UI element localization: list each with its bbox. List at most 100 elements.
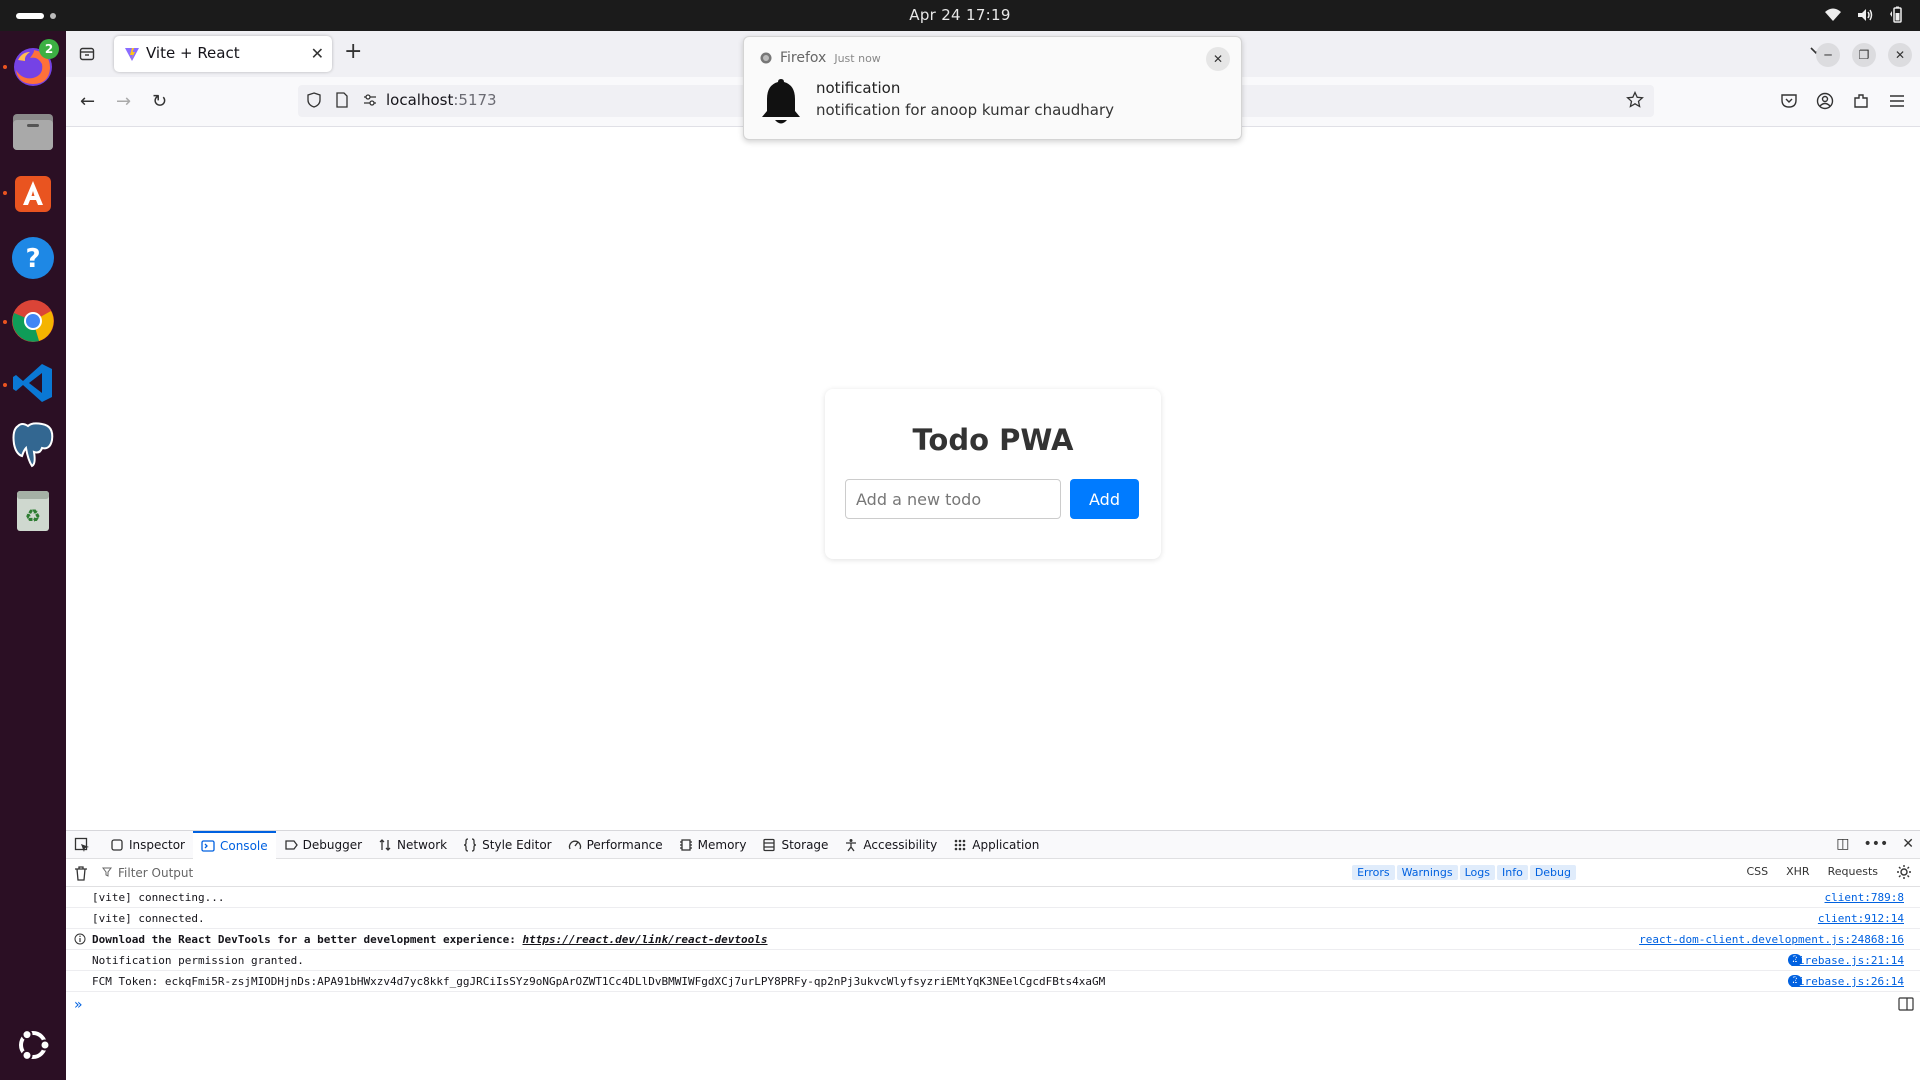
- system-tray[interactable]: [1824, 6, 1906, 24]
- clear-console-trash-icon[interactable]: [74, 865, 88, 881]
- notification-title: notification: [816, 79, 901, 97]
- firefox-launcher[interactable]: 2: [9, 39, 59, 91]
- files-launcher[interactable]: [9, 107, 57, 155]
- element-picker-icon[interactable]: [74, 837, 90, 853]
- filter-output-input[interactable]: [102, 864, 402, 882]
- bookmark-star-icon[interactable]: [1626, 91, 1644, 109]
- tab-storage[interactable]: Storage: [754, 831, 836, 859]
- app-center-icon: [15, 176, 51, 212]
- clock[interactable]: Apr 24 17:19: [0, 6, 1920, 24]
- tab-network[interactable]: Network: [370, 831, 455, 859]
- split-console-icon[interactable]: [1898, 997, 1914, 1011]
- window-controls: ─ ❐ ✕: [1816, 43, 1912, 67]
- application-grid-icon: [954, 839, 966, 851]
- request-type-filters: CSS XHR Requests: [1746, 865, 1878, 878]
- add-button[interactable]: Add: [1070, 479, 1139, 519]
- running-indicator: [3, 65, 7, 69]
- reload-icon[interactable]: ↻: [152, 91, 167, 112]
- tab-label: Network: [397, 838, 448, 852]
- notification-time: Just now: [834, 51, 881, 65]
- tab-application[interactable]: Application: [945, 831, 1047, 859]
- tab-inspector[interactable]: Inspector: [102, 831, 193, 859]
- console-settings-gear-icon[interactable]: [1896, 864, 1912, 880]
- more-options-icon[interactable]: •••: [1863, 836, 1888, 852]
- console-message-text: Download the React DevTools for a better…: [92, 933, 768, 946]
- trash-launcher[interactable]: ♻: [9, 487, 57, 535]
- console-source-link[interactable]: firebase.js:26:14: [1791, 975, 1904, 988]
- trash-icon: ♻: [17, 491, 49, 531]
- app-center-launcher[interactable]: [9, 170, 57, 218]
- todo-input[interactable]: [845, 479, 1061, 519]
- pgadmin-launcher[interactable]: [9, 420, 57, 468]
- tab-debugger[interactable]: Debugger: [276, 831, 370, 859]
- minimize-button[interactable]: ─: [1816, 43, 1840, 67]
- tab-label: Performance: [586, 838, 663, 852]
- url-text[interactable]: localhost:5173: [386, 91, 497, 109]
- tab-style-editor[interactable]: Style Editor: [455, 831, 559, 859]
- firefox-view-button[interactable]: [74, 41, 100, 67]
- tab-title: Vite + React: [146, 44, 240, 62]
- files-icon: [13, 114, 53, 150]
- close-devtools-icon[interactable]: ✕: [1902, 836, 1914, 852]
- filter-errors[interactable]: Errors: [1352, 865, 1395, 880]
- permissions-icon[interactable]: [362, 92, 378, 108]
- console-message: FCM Token: eckqFmi5R-zsjMIODHjnDs:APA91b…: [66, 971, 1920, 992]
- forward-arrow-icon[interactable]: →: [116, 91, 131, 112]
- console-source-link[interactable]: react-dom-client.development.js:24868:16: [1639, 933, 1904, 946]
- hamburger-menu-icon[interactable]: [1888, 92, 1906, 110]
- notification-badge: 2: [39, 39, 59, 59]
- log-level-filters: Errors Warnings Logs Info Debug: [1352, 865, 1576, 880]
- notification-header: Firefox Just now: [760, 50, 881, 66]
- network-icon: [379, 839, 391, 851]
- show-apps-button[interactable]: [9, 1021, 57, 1069]
- tab-label: Inspector: [129, 838, 185, 852]
- page-icon[interactable]: [334, 92, 350, 108]
- console-source-link[interactable]: client:789:8: [1825, 891, 1904, 904]
- accessibility-icon: [846, 839, 857, 852]
- filter-warnings[interactable]: Warnings: [1396, 865, 1458, 880]
- vscode-launcher[interactable]: [9, 359, 57, 407]
- tab-vite-react[interactable]: Vite + React ✕: [114, 36, 332, 72]
- filter-logs[interactable]: Logs: [1459, 865, 1495, 880]
- close-notification-icon[interactable]: ✕: [1206, 47, 1230, 71]
- dock: 2 ? ♻: [0, 31, 66, 1080]
- tab-console[interactable]: Console: [192, 831, 276, 859]
- console-source-link[interactable]: client:912:14: [1818, 912, 1904, 925]
- filter-xhr[interactable]: XHR: [1786, 865, 1809, 878]
- new-tab-button[interactable]: +: [344, 39, 362, 64]
- running-indicator: [3, 191, 7, 195]
- todo-card: Todo PWA Add: [825, 389, 1161, 559]
- chrome-launcher[interactable]: [9, 297, 57, 345]
- console-source-link[interactable]: firebase.js:21:14: [1791, 954, 1904, 967]
- desktop-notification[interactable]: Firefox Just now notification notificati…: [743, 36, 1242, 140]
- pocket-icon[interactable]: [1780, 92, 1798, 110]
- shield-icon[interactable]: [306, 92, 322, 108]
- account-icon[interactable]: [1816, 92, 1834, 110]
- devtools-toolbar: Inspector Console Debugger Network Style…: [66, 831, 1920, 859]
- react-devtools-link[interactable]: https://react.dev/link/react-devtools: [522, 933, 767, 946]
- dock-side-icon[interactable]: ◫: [1836, 836, 1849, 852]
- close-tab-icon[interactable]: ✕: [311, 44, 324, 63]
- devtools-tabs: Inspector Console Debugger Network Style…: [102, 831, 1047, 859]
- memory-icon: [679, 839, 692, 851]
- back-arrow-icon[interactable]: ←: [80, 91, 95, 112]
- url-host: localhost: [386, 91, 454, 109]
- filter-requests[interactable]: Requests: [1828, 865, 1878, 878]
- console-output: [vite] connecting... client:789:8 [vite]…: [66, 887, 1920, 992]
- filter-css[interactable]: CSS: [1746, 865, 1768, 878]
- wifi-icon: [1825, 8, 1841, 21]
- tab-label: Memory: [697, 838, 747, 852]
- tab-performance[interactable]: Performance: [560, 831, 671, 859]
- help-icon: ?: [12, 237, 54, 279]
- tab-accessibility[interactable]: Accessibility: [836, 831, 945, 859]
- console-message-text: [vite] connecting...: [92, 891, 225, 904]
- extensions-icon[interactable]: [1852, 92, 1870, 110]
- tab-memory[interactable]: Memory: [671, 831, 755, 859]
- filter-info[interactable]: Info: [1496, 865, 1528, 880]
- help-launcher[interactable]: ?: [9, 234, 57, 282]
- restore-button[interactable]: ❐: [1852, 43, 1876, 67]
- close-window-button[interactable]: ✕: [1888, 43, 1912, 67]
- console-input-prompt[interactable]: »: [74, 997, 83, 1013]
- chrome-icon: [12, 300, 54, 342]
- filter-debug[interactable]: Debug: [1529, 865, 1576, 880]
